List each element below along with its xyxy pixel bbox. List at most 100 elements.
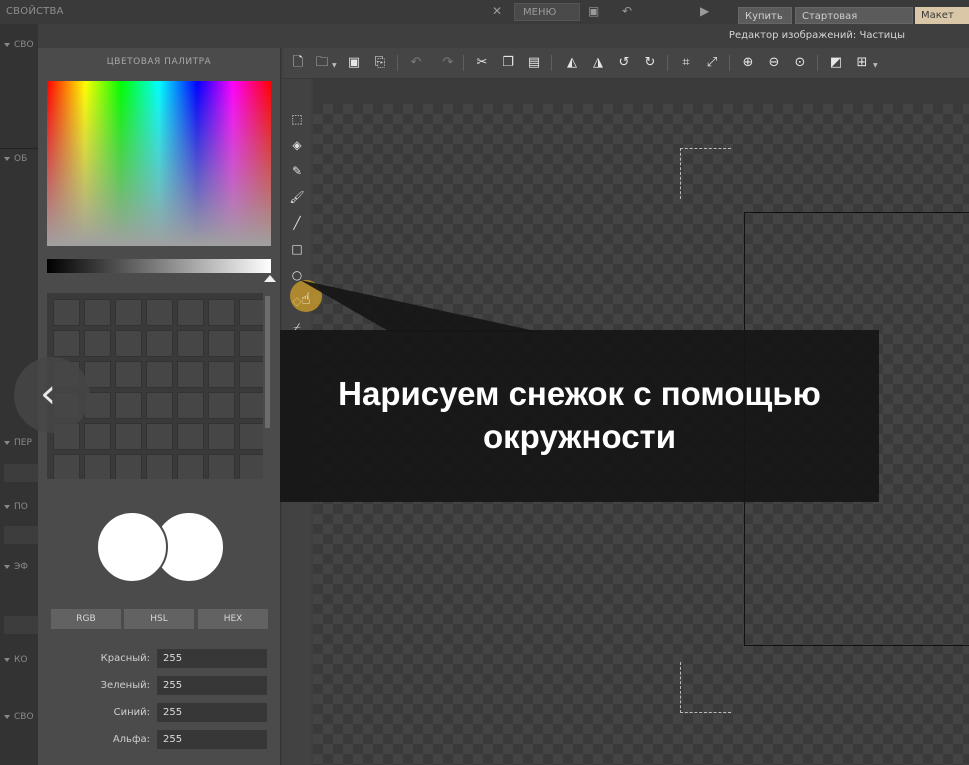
mode-hsl-button[interactable]: HSL bbox=[124, 609, 194, 629]
color-swatch[interactable] bbox=[115, 330, 142, 357]
color-swatch[interactable] bbox=[177, 361, 204, 388]
section-header[interactable]: СВО bbox=[4, 712, 34, 722]
blue-label: Синий: bbox=[113, 707, 150, 718]
rectangle-tool-icon[interactable]: □ bbox=[288, 240, 306, 258]
section-header[interactable]: ПЕР bbox=[4, 438, 32, 448]
mode-rgb-button[interactable]: RGB bbox=[51, 609, 121, 629]
open-folder-icon[interactable]: 🗀 bbox=[313, 54, 331, 72]
color-swatch[interactable] bbox=[177, 454, 204, 479]
crop-icon[interactable]: ⌗ bbox=[677, 54, 695, 72]
swatch-scrollbar[interactable] bbox=[265, 296, 270, 428]
color-swatch[interactable] bbox=[239, 423, 263, 450]
color-swatch[interactable] bbox=[208, 330, 235, 357]
undo-icon[interactable]: ↶ bbox=[407, 54, 425, 72]
color-swatch[interactable] bbox=[146, 361, 173, 388]
save-icon[interactable]: ▣ bbox=[588, 4, 599, 18]
color-swatch[interactable] bbox=[53, 330, 80, 357]
color-swatch[interactable] bbox=[208, 299, 235, 326]
section-header[interactable]: КО bbox=[4, 655, 27, 665]
chevron-down-icon[interactable]: ▼ bbox=[873, 62, 878, 69]
color-swatch[interactable] bbox=[177, 299, 204, 326]
previous-slide-button[interactable]: ‹ bbox=[14, 357, 90, 433]
color-swatch[interactable] bbox=[115, 392, 142, 419]
green-label: Зеленый: bbox=[100, 680, 150, 691]
property-field[interactable] bbox=[4, 464, 38, 482]
property-field[interactable] bbox=[4, 616, 38, 634]
tab-layout-1[interactable]: Макет 1 bbox=[915, 7, 969, 38]
eraser-tool-icon[interactable]: ◈ bbox=[288, 136, 306, 154]
color-swatch[interactable] bbox=[115, 299, 142, 326]
brightness-slider-handle[interactable] bbox=[264, 275, 276, 282]
flip-horizontal-icon[interactable]: ◭ bbox=[563, 54, 581, 72]
brightness-slider[interactable] bbox=[47, 259, 271, 273]
save-as-icon[interactable]: ⎘ bbox=[371, 54, 389, 72]
color-swatch[interactable] bbox=[208, 423, 235, 450]
close-icon[interactable]: ✕ bbox=[492, 4, 502, 18]
rotate-left-icon[interactable]: ↺ bbox=[615, 54, 633, 72]
redo-icon[interactable]: ↷ bbox=[439, 54, 457, 72]
color-swatch[interactable] bbox=[146, 454, 173, 479]
color-swatch[interactable] bbox=[84, 423, 111, 450]
property-field[interactable] bbox=[4, 526, 38, 544]
tab-start-page[interactable]: Стартовая страница bbox=[795, 7, 913, 39]
alpha-input[interactable]: 255 bbox=[157, 730, 267, 749]
tab-buy[interactable]: Купить bbox=[738, 7, 792, 24]
section-header[interactable]: СВО bbox=[4, 40, 34, 50]
rotate-right-icon[interactable]: ↻ bbox=[641, 54, 659, 72]
color-swatch[interactable] bbox=[239, 361, 263, 388]
color-swatch[interactable] bbox=[177, 330, 204, 357]
red-input[interactable]: 255 bbox=[157, 649, 267, 668]
color-swatch[interactable] bbox=[208, 454, 235, 479]
zoom-in-icon[interactable]: ⊕ bbox=[739, 54, 757, 72]
color-swatch[interactable] bbox=[115, 454, 142, 479]
color-swatch[interactable] bbox=[146, 330, 173, 357]
copy-icon[interactable]: ❐ bbox=[499, 54, 517, 72]
grid-icon[interactable]: ⊞ bbox=[853, 54, 871, 72]
color-swatch[interactable] bbox=[84, 330, 111, 357]
color-swatch[interactable] bbox=[146, 392, 173, 419]
green-input[interactable]: 255 bbox=[157, 676, 267, 695]
color-swatch[interactable] bbox=[177, 423, 204, 450]
color-swatch[interactable] bbox=[208, 392, 235, 419]
color-swatch[interactable] bbox=[239, 392, 263, 419]
resize-icon[interactable]: ⤢ bbox=[703, 54, 721, 72]
color-swatch[interactable] bbox=[115, 423, 142, 450]
color-swatch[interactable] bbox=[208, 361, 235, 388]
color-swatch[interactable] bbox=[53, 454, 80, 479]
play-icon[interactable]: ▶ bbox=[700, 4, 709, 18]
section-label: ОБ bbox=[14, 154, 28, 164]
color-swatch[interactable] bbox=[177, 392, 204, 419]
line-tool-icon[interactable]: ╱ bbox=[288, 214, 306, 232]
tab-buy-label: Купить bbox=[745, 11, 783, 22]
color-swatch[interactable] bbox=[146, 423, 173, 450]
chevron-down-icon[interactable]: ▼ bbox=[332, 62, 337, 69]
mode-hex-button[interactable]: HEX bbox=[198, 609, 268, 629]
section-label: КО bbox=[14, 655, 28, 665]
color-swatch[interactable] bbox=[239, 330, 263, 357]
section-header[interactable]: ЭФ bbox=[4, 562, 28, 572]
color-swatch[interactable] bbox=[53, 299, 80, 326]
save-icon[interactable]: ▣ bbox=[345, 54, 363, 72]
pencil-tool-icon[interactable]: ✎ bbox=[288, 162, 306, 180]
brush-tool-icon[interactable]: 🖌 bbox=[288, 188, 306, 206]
undo-icon[interactable]: ↶ bbox=[622, 4, 632, 18]
section-header[interactable]: ПО bbox=[4, 502, 28, 512]
paste-icon[interactable]: ▤ bbox=[525, 54, 543, 72]
color-swatch[interactable] bbox=[84, 299, 111, 326]
cut-icon[interactable]: ✂ bbox=[473, 54, 491, 72]
color-swatch[interactable] bbox=[115, 361, 142, 388]
new-file-icon[interactable]: 🗋 bbox=[289, 54, 307, 72]
color-swatch[interactable] bbox=[239, 454, 263, 479]
zoom-out-icon[interactable]: ⊖ bbox=[765, 54, 783, 72]
menu-button[interactable]: МЕНЮ bbox=[514, 3, 580, 21]
color-swatch[interactable] bbox=[84, 454, 111, 479]
section-header[interactable]: ОБ bbox=[4, 154, 27, 164]
color-spectrum-picker[interactable] bbox=[47, 81, 271, 246]
background-icon[interactable]: ◩ bbox=[827, 54, 845, 72]
color-swatch[interactable] bbox=[239, 299, 263, 326]
color-swatch[interactable] bbox=[146, 299, 173, 326]
zoom-fit-icon[interactable]: ⊙ bbox=[791, 54, 809, 72]
blue-input[interactable]: 255 bbox=[157, 703, 267, 722]
select-rect-tool-icon[interactable]: ⬚ bbox=[288, 110, 306, 128]
flip-vertical-icon[interactable]: ◮ bbox=[589, 54, 607, 72]
